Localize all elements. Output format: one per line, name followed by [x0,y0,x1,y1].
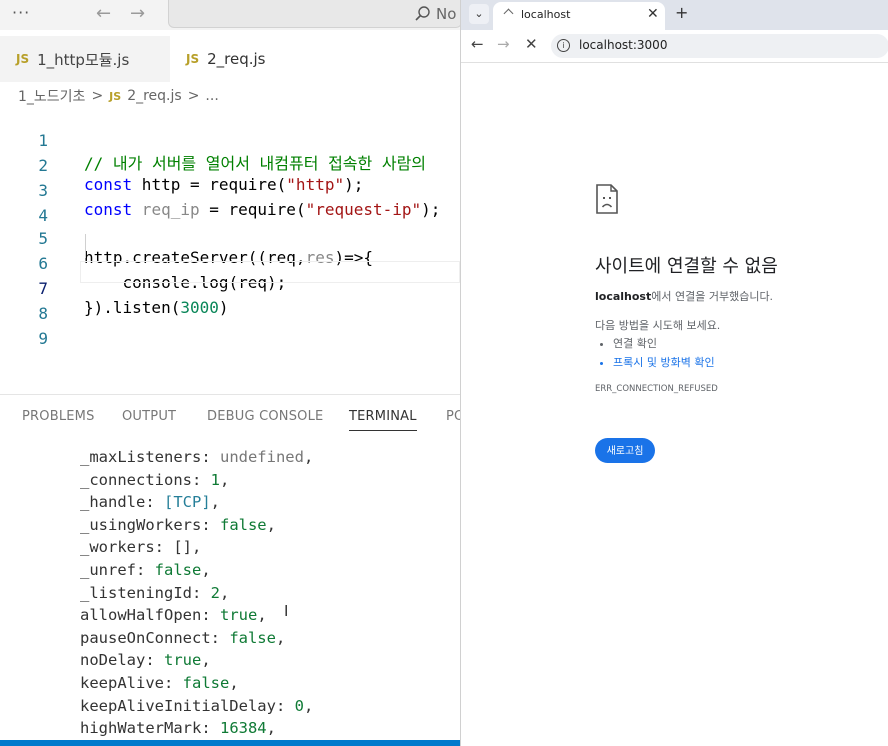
terminal-line: noDelay: true, [80,651,211,670]
suggestion-list: 연결 확인 프록시 및 방화벽 확인 [595,335,715,373]
tab-output[interactable]: OUTPUT [122,409,176,424]
search-placeholder: No [436,5,457,23]
terminal-line: _listeningId: 2, [80,583,230,602]
terminal-line: keepAlive: false, [80,673,239,692]
terminal-line: keepAliveInitialDelay: 0, [80,696,314,715]
tab-label: 2_req.js [207,50,266,68]
terminal-line: pauseOnConnect: false, [80,628,286,647]
tab-label: 1_http모듈.js [37,50,130,69]
tab-terminal[interactable]: TERMINAL [349,409,417,431]
terminal-line: _usingWorkers: false, [80,515,276,534]
code-line: 1 // 내가 서버를 열어서 내컴퓨터 접속한 사람의 [0,112,460,173]
current-line-highlight [80,261,460,283]
stop-loading-icon[interactable]: ✕ [525,35,538,53]
sad-page-icon [596,184,618,214]
forward-arrow-icon[interactable]: → [130,3,145,24]
code-line: 4 [0,187,460,225]
page-favicon-icon [503,8,514,19]
error-code: ERR_CONNECTION_REFUSED [595,384,718,394]
terminal-line: highWaterMark: 16384, [80,719,276,738]
vscode-window: ··· ← → No JS 1_http모듈.js JS 2_req.js ✕ … [0,0,460,746]
tab-search-dropdown-icon[interactable]: ⌄ [469,4,489,24]
browser-tab-title: localhost [521,8,571,21]
site-info-icon[interactable]: i [557,39,570,52]
tab-debug-console[interactable]: DEBUG CONSOLE [207,409,323,424]
code-line: 6 console.log(req); [0,235,460,292]
panel-tabs: PROBLEMS OUTPUT DEBUG CONSOLE TERMINAL P… [0,394,460,435]
search-icon [415,6,430,21]
breadcrumb-folder[interactable]: 1_노드기초 [18,86,85,106]
url-text[interactable]: localhost:3000 [579,38,667,52]
tab-ports[interactable]: PO [446,409,460,424]
title-bar: ··· ← → No [0,0,460,30]
back-arrow-icon[interactable]: ← [96,3,111,24]
menu-dots-icon[interactable]: ··· [12,3,30,22]
close-icon[interactable]: ✕ [647,6,659,22]
browser-tab-strip: ⌄ localhost ✕ + [461,0,888,30]
reload-button[interactable]: 새로고침 [595,438,655,463]
tab-req[interactable]: JS 2_req.js ✕ [170,36,460,82]
code-line: 3 const req_ip = require("request-ip"); [0,162,460,219]
code-line: 5 http.createServer((req,res)=>{ [0,210,460,267]
chevron-right-icon: > [187,88,200,104]
forward-arrow-icon[interactable]: → [497,35,510,53]
browser-toolbar: ← → ✕ i localhost:3000 [461,30,888,63]
editor-tabs: JS 1_http모듈.js JS 2_req.js ✕ [0,36,460,82]
proxy-firewall-link[interactable]: 프록시 및 방화벽 확인 [613,354,715,370]
new-tab-button[interactable]: + [675,3,688,22]
tab-problems[interactable]: PROBLEMS [22,409,95,424]
terminal-line: allowHalfOpen: true, [80,606,267,625]
js-file-icon: JS [109,89,122,103]
terminal-line: _unref: false, [80,560,211,579]
terminal-line: _maxListeners: undefined, [80,448,314,466]
status-bar [0,740,460,746]
error-title: 사이트에 연결할 수 없음 [595,256,778,277]
code-line: 2 const http = require("http"); [0,137,460,194]
code-editor[interactable]: 1 // 내가 서버를 열어서 내컴퓨터 접속한 사람의 2 const htt… [0,110,460,348]
code-line: 9 [0,310,460,348]
indent-guide [85,234,86,258]
chevron-right-icon: > [91,88,104,104]
text-cursor-icon: I [284,602,289,620]
code-line: 8 [0,285,460,323]
browser-window: ⌄ localhost ✕ + ← → ✕ i localhost:3000 사… [460,0,888,746]
terminal-line: _handle: [TCP], [80,493,221,512]
breadcrumb: 1_노드기초 > JS 2_req.js > ... [18,86,219,106]
list-item: 연결 확인 [613,335,715,351]
terminal-line: _connections: 1, [80,470,230,489]
error-suggestion-heading: 다음 방법을 시도해 보세요. [595,319,721,332]
breadcrumb-file[interactable]: 2_req.js [127,88,182,104]
js-file-icon: JS [16,52,30,66]
breadcrumb-more[interactable]: ... [205,88,218,104]
terminal-line: _workers: [], [80,538,202,557]
tab-http-module[interactable]: JS 1_http모듈.js [16,36,129,82]
js-file-icon: JS [186,52,200,66]
line-number: 9 [38,329,48,348]
browser-tab[interactable]: localhost ✕ [493,2,665,30]
error-description: localhost에서 연결을 거부했습니다. [595,290,774,303]
terminal-output[interactable]: _maxListeners: undefined, _connections: 1… [80,448,313,742]
back-arrow-icon[interactable]: ← [471,35,484,53]
